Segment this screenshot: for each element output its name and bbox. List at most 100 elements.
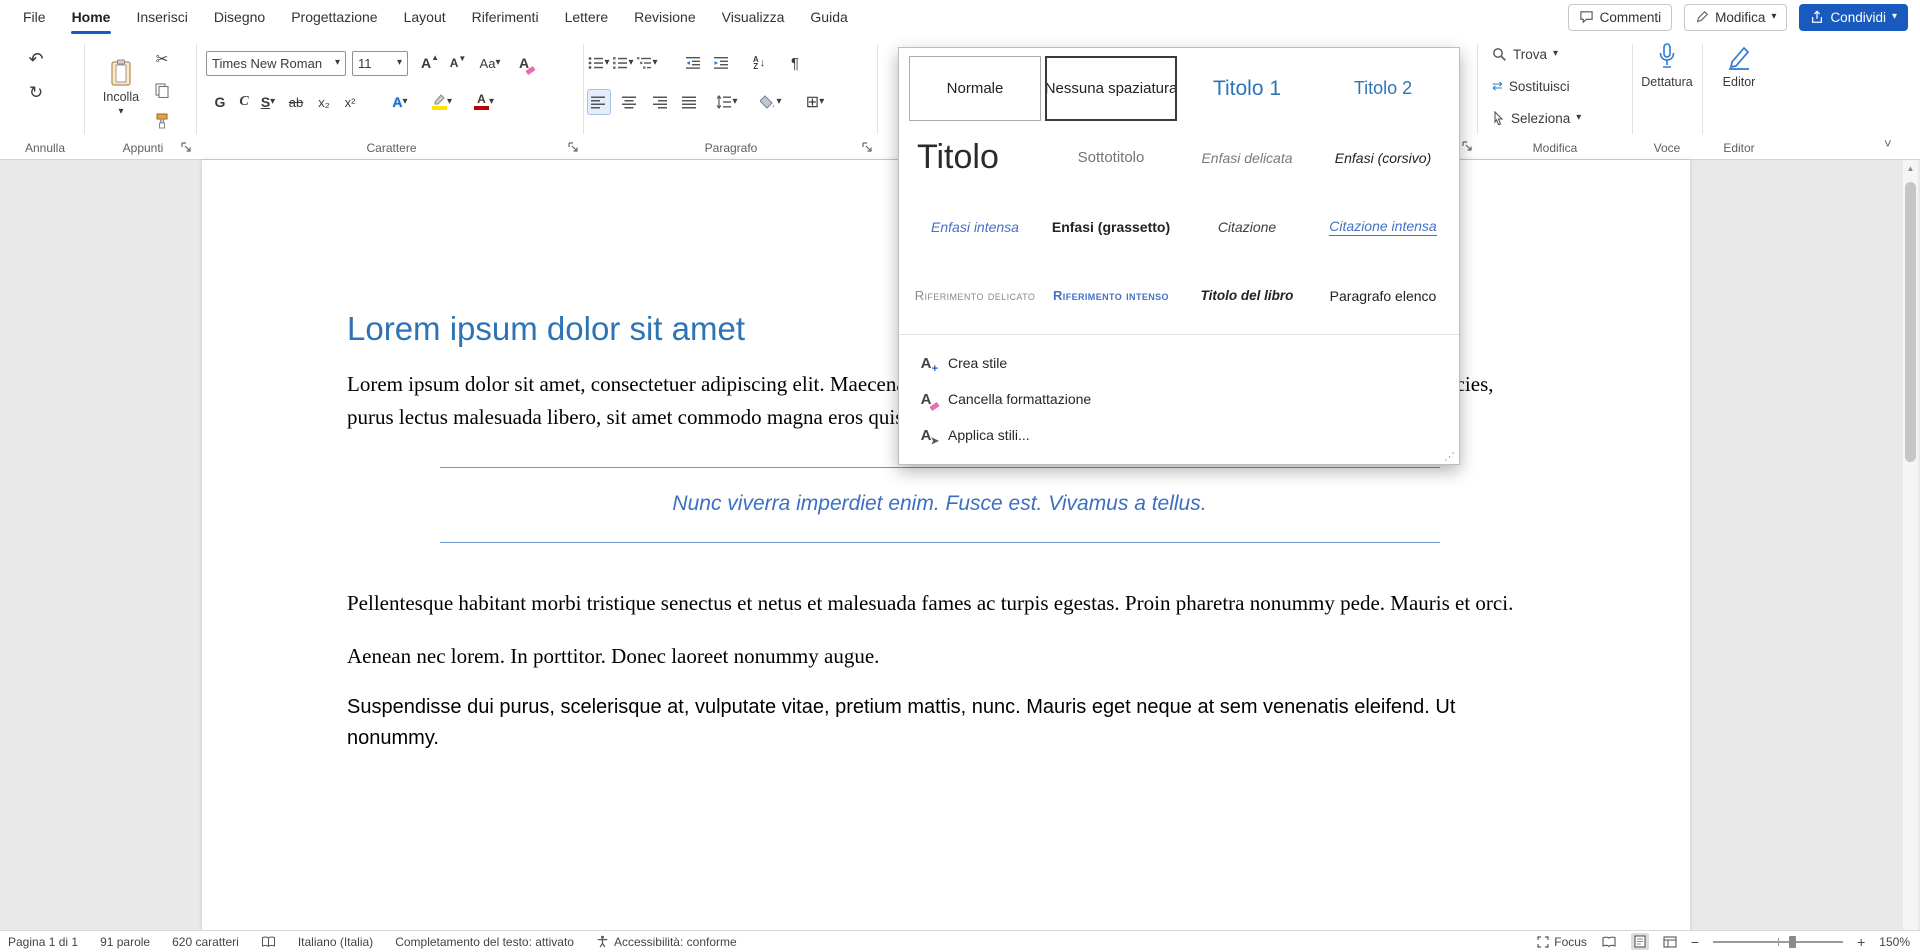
document-paragraph[interactable]: Suspendisse dui purus, scelerisque at, v… bbox=[347, 692, 1532, 754]
scroll-up-icon[interactable]: ▲ bbox=[1903, 160, 1918, 173]
shrink-font-button[interactable]: A▼ bbox=[446, 50, 470, 76]
line-spacing-button[interactable]: ▾ bbox=[715, 89, 739, 115]
style-item-sottotitolo[interactable]: Sottotitolo bbox=[1043, 123, 1179, 192]
web-layout-button[interactable] bbox=[1663, 936, 1677, 948]
borders-button[interactable]: ⊞ ▾ bbox=[803, 89, 827, 115]
create-style-menu-item[interactable]: A+ Crea stile bbox=[899, 345, 1459, 381]
tab-home[interactable]: Home bbox=[59, 0, 124, 34]
tab-file[interactable]: File bbox=[10, 0, 59, 34]
font-size-combo[interactable]: 11 ▾ bbox=[352, 51, 408, 76]
strikethrough-button[interactable]: ab bbox=[284, 89, 308, 115]
zoom-out-button[interactable]: − bbox=[1691, 934, 1699, 950]
char-count[interactable]: 620 caratteri bbox=[172, 935, 239, 949]
style-item-titolo-del-libro[interactable]: Titolo del libro bbox=[1179, 261, 1315, 330]
tab-revisione[interactable]: Revisione bbox=[621, 0, 708, 34]
intense-quote-block[interactable]: Nunc viverra imperdiet enim. Fusce est. … bbox=[440, 467, 1440, 543]
vertical-scrollbar[interactable]: ▲ bbox=[1903, 160, 1918, 930]
tab-inserisci[interactable]: Inserisci bbox=[123, 0, 200, 34]
replace-button[interactable]: ⇄ Sostituisci bbox=[1486, 74, 1576, 98]
clipboard-dialog-launcher[interactable] bbox=[180, 141, 193, 154]
redo-button[interactable]: ↻ bbox=[24, 80, 48, 106]
tab-progettazione[interactable]: Progettazione bbox=[278, 0, 390, 34]
scrollbar-thumb[interactable] bbox=[1905, 182, 1916, 462]
align-center-button[interactable] bbox=[617, 89, 641, 115]
increase-indent-button[interactable] bbox=[709, 50, 733, 76]
word-count[interactable]: 91 parole bbox=[100, 935, 150, 949]
font-color-button[interactable]: A ▾ bbox=[472, 89, 496, 115]
editor-button[interactable]: Editor bbox=[1706, 42, 1772, 89]
sort-button[interactable]: AZ ↓ bbox=[747, 50, 771, 76]
style-item-riferimento-delicato[interactable]: Riferimento delicato bbox=[907, 261, 1043, 330]
style-item-nessuna-spaziatura[interactable]: Nessuna spaziatura bbox=[1045, 56, 1177, 121]
subscript-button[interactable]: x₂ bbox=[312, 89, 336, 115]
dictate-button[interactable]: Dettatura bbox=[1636, 42, 1698, 89]
tab-lettere[interactable]: Lettere bbox=[552, 0, 622, 34]
format-painter-button[interactable] bbox=[150, 110, 174, 132]
bullets-button[interactable]: ▾ bbox=[587, 50, 611, 76]
pilcrow-button[interactable]: ¶ bbox=[783, 50, 807, 76]
font-dialog-launcher[interactable] bbox=[567, 141, 580, 154]
font-family-combo[interactable]: Times New Roman ▾ bbox=[206, 51, 346, 76]
find-button[interactable]: Trova ▾ bbox=[1486, 42, 1564, 66]
decrease-indent-button[interactable] bbox=[681, 50, 705, 76]
zoom-slider-thumb[interactable] bbox=[1789, 936, 1796, 948]
style-item-enfasi-corsivo[interactable]: Enfasi (corsivo) bbox=[1315, 123, 1451, 192]
focus-mode-button[interactable]: Focus bbox=[1537, 935, 1587, 949]
tab-disegno[interactable]: Disegno bbox=[201, 0, 278, 34]
style-item-titolo-2[interactable]: Titolo 2 bbox=[1315, 54, 1451, 123]
clear-formatting-button[interactable]: A bbox=[512, 50, 536, 76]
comments-button[interactable]: Commenti bbox=[1568, 4, 1673, 31]
zoom-in-button[interactable]: + bbox=[1857, 934, 1865, 950]
italic-button[interactable]: C bbox=[232, 89, 256, 115]
style-item-enfasi-delicata[interactable]: Enfasi delicata bbox=[1179, 123, 1315, 192]
change-case-button[interactable]: Aa ▾ bbox=[478, 50, 502, 76]
select-button[interactable]: Seleziona ▾ bbox=[1486, 106, 1587, 130]
multilevel-list-button[interactable]: ▾ bbox=[635, 50, 659, 76]
superscript-button[interactable]: x² bbox=[338, 89, 362, 115]
tab-layout[interactable]: Layout bbox=[391, 0, 459, 34]
style-item-citazione[interactable]: Citazione bbox=[1179, 192, 1315, 261]
style-item-titolo-1[interactable]: Titolo 1 bbox=[1179, 54, 1315, 123]
undo-button[interactable]: ↶ bbox=[24, 46, 48, 72]
style-item-normale[interactable]: Normale bbox=[909, 56, 1041, 121]
proofing-book-icon[interactable] bbox=[261, 936, 276, 948]
text-prediction-indicator[interactable]: Completamento del testo: attivato bbox=[395, 935, 574, 949]
read-mode-button[interactable] bbox=[1601, 936, 1617, 948]
styles-dialog-launcher[interactable] bbox=[1461, 140, 1474, 153]
align-right-button[interactable] bbox=[647, 89, 671, 115]
numbering-button[interactable]: ▾ bbox=[611, 50, 635, 76]
print-layout-button[interactable] bbox=[1631, 933, 1649, 950]
accessibility-indicator[interactable]: Accessibilità: conforme bbox=[596, 935, 737, 949]
zoom-slider[interactable] bbox=[1713, 941, 1843, 943]
paragraph-dialog-launcher[interactable] bbox=[861, 141, 874, 154]
zoom-level[interactable]: 150% bbox=[1879, 935, 1910, 949]
align-left-button[interactable] bbox=[587, 89, 611, 115]
language-indicator[interactable]: Italiano (Italia) bbox=[298, 935, 373, 949]
tab-riferimenti[interactable]: Riferimenti bbox=[459, 0, 552, 34]
editing-mode-button[interactable]: Modifica ▾ bbox=[1684, 4, 1787, 31]
bold-button[interactable]: G bbox=[208, 89, 232, 115]
quote-text[interactable]: Nunc viverra imperdiet enim. Fusce est. … bbox=[440, 492, 1440, 516]
shading-button[interactable]: ▾ bbox=[759, 89, 783, 115]
share-button[interactable]: Condividi ▾ bbox=[1799, 4, 1908, 31]
document-paragraph[interactable]: Aenean nec lorem. In porttitor. Donec la… bbox=[347, 640, 1532, 673]
cut-button[interactable]: ✂ bbox=[150, 48, 174, 70]
underline-button[interactable]: S ▾ bbox=[256, 89, 280, 115]
tab-guida[interactable]: Guida bbox=[797, 0, 860, 34]
collapse-ribbon-button[interactable]: ˅ bbox=[1884, 136, 1892, 151]
justify-button[interactable] bbox=[677, 89, 701, 115]
tab-visualizza[interactable]: Visualizza bbox=[709, 0, 798, 34]
copy-button[interactable] bbox=[150, 79, 174, 101]
page-indicator[interactable]: Pagina 1 di 1 bbox=[8, 935, 78, 949]
style-item-enfasi-intensa[interactable]: Enfasi intensa bbox=[907, 192, 1043, 261]
highlight-color-button[interactable]: ▾ bbox=[430, 89, 454, 115]
panel-resize-grip[interactable]: ⋰ bbox=[1444, 450, 1455, 463]
style-item-enfasi-grassetto[interactable]: Enfasi (grassetto) bbox=[1043, 192, 1179, 261]
document-paragraph[interactable]: Pellentesque habitant morbi tristique se… bbox=[347, 587, 1532, 620]
grow-font-button[interactable]: A▲ bbox=[418, 50, 442, 76]
apply-styles-menu-item[interactable]: A➤ Applica stili... bbox=[899, 417, 1459, 453]
style-item-citazione-intensa[interactable]: Citazione intensa bbox=[1315, 192, 1451, 261]
clear-formatting-menu-item[interactable]: A Cancella formattazione bbox=[899, 381, 1459, 417]
style-item-riferimento-intenso[interactable]: Riferimento intenso bbox=[1043, 261, 1179, 330]
text-effects-button[interactable]: A ▾ bbox=[388, 89, 412, 115]
